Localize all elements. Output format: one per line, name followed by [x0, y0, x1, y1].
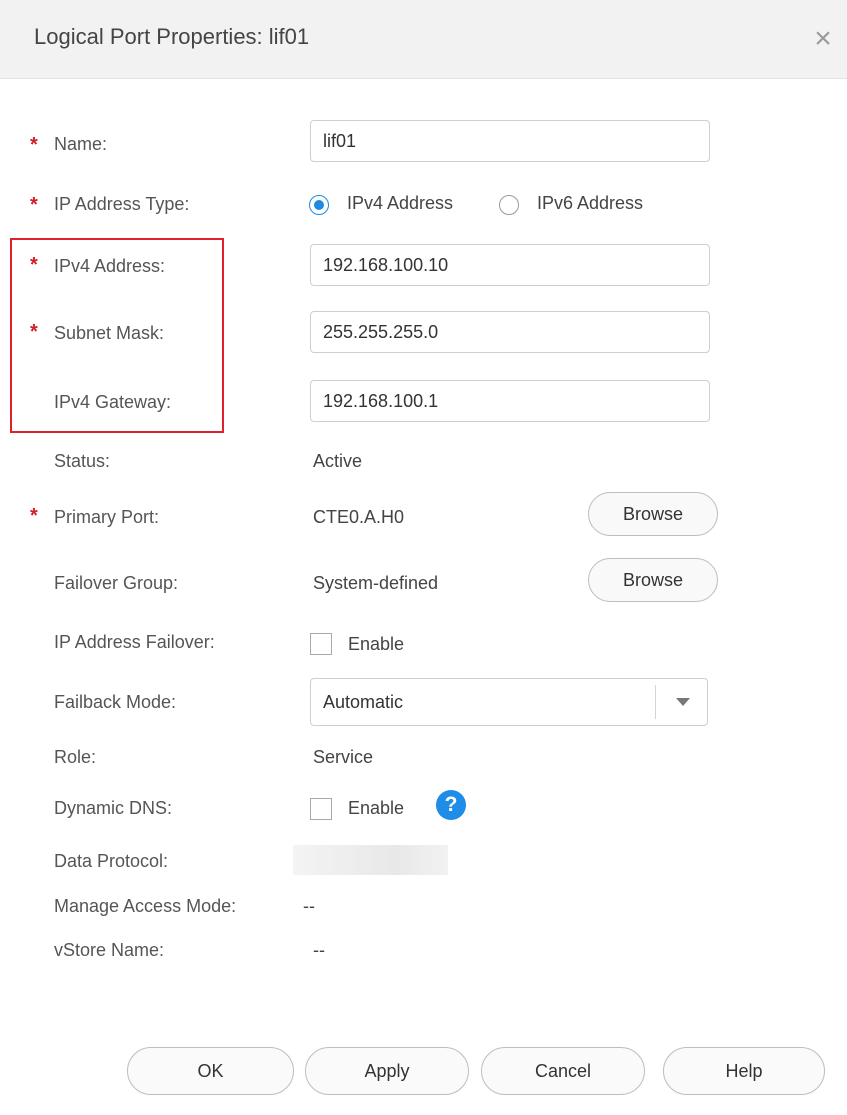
primary-port-value: CTE0.A.H0 [313, 507, 405, 527]
required-marker: * [30, 134, 38, 156]
failback-mode-label: Failback Mode: [54, 692, 177, 712]
dynamic-dns-checkbox-label: Enable [348, 798, 405, 818]
required-marker: * [30, 194, 38, 216]
dynamic-dns-checkbox[interactable] [310, 798, 332, 820]
primary-port-browse-button[interactable]: Browse [588, 492, 718, 536]
dynamic-dns-label: Dynamic DNS: [54, 798, 173, 818]
ipv6-radio[interactable] [499, 195, 519, 215]
data-protocol-value-redacted [293, 845, 448, 875]
name-input[interactable]: lif01 [310, 120, 710, 162]
help-button[interactable]: Help [663, 1047, 825, 1095]
primary-port-label: Primary Port: [54, 507, 160, 527]
dialog-title: Logical Port Properties: lif01 [34, 24, 310, 49]
data-protocol-label: Data Protocol: [54, 851, 169, 871]
ok-button[interactable]: OK [127, 1047, 294, 1095]
close-icon[interactable]: × [808, 24, 838, 54]
status-label: Status: [54, 451, 111, 471]
subnet-mask-label: Subnet Mask: [54, 323, 165, 343]
ip-address-type-label: IP Address Type: [54, 194, 190, 214]
role-value: Service [313, 747, 374, 767]
failback-mode-select[interactable]: Automatic [310, 678, 708, 726]
failover-group-browse-button[interactable]: Browse [588, 558, 718, 602]
chevron-down-icon[interactable] [676, 698, 690, 706]
role-label: Role: [54, 747, 97, 767]
dialog-title-bar: Logical Port Properties: lif01 × [0, 0, 847, 79]
ipv4-address-label: IPv4 Address: [54, 256, 166, 276]
ipv6-radio-label: IPv6 Address [537, 193, 644, 213]
help-icon[interactable]: ? [436, 790, 466, 820]
manage-access-mode-label: Manage Access Mode: [54, 896, 237, 916]
ip-address-failover-checkbox-label: Enable [348, 634, 405, 654]
manage-access-mode-value: -- [303, 896, 315, 916]
required-marker: * [30, 254, 38, 276]
required-marker: * [30, 321, 38, 343]
ipv4-gateway-input[interactable]: 192.168.100.1 [310, 380, 710, 422]
ip-address-failover-label: IP Address Failover: [54, 632, 215, 652]
failback-mode-value: Automatic [323, 692, 404, 712]
ipv4-address-input[interactable]: 192.168.100.10 [310, 244, 710, 286]
failover-group-label: Failover Group: [54, 573, 179, 593]
vstore-name-label: vStore Name: [54, 940, 165, 960]
ip-address-failover-checkbox[interactable] [310, 633, 332, 655]
select-divider [655, 685, 656, 719]
ipv4-gateway-label: IPv4 Gateway: [54, 392, 172, 412]
cancel-button[interactable]: Cancel [481, 1047, 645, 1095]
status-value: Active [313, 451, 363, 471]
subnet-mask-input[interactable]: 255.255.255.0 [310, 311, 710, 353]
ipv4-radio[interactable] [309, 195, 329, 215]
required-marker: * [30, 505, 38, 527]
failover-group-value: System-defined [313, 573, 439, 593]
name-label: Name: [54, 134, 108, 154]
logical-port-properties-dialog: Logical Port Properties: lif01 × * Name:… [0, 0, 847, 1115]
vstore-name-value: -- [313, 940, 325, 960]
apply-button[interactable]: Apply [305, 1047, 469, 1095]
ipv4-radio-label: IPv4 Address [347, 193, 454, 213]
